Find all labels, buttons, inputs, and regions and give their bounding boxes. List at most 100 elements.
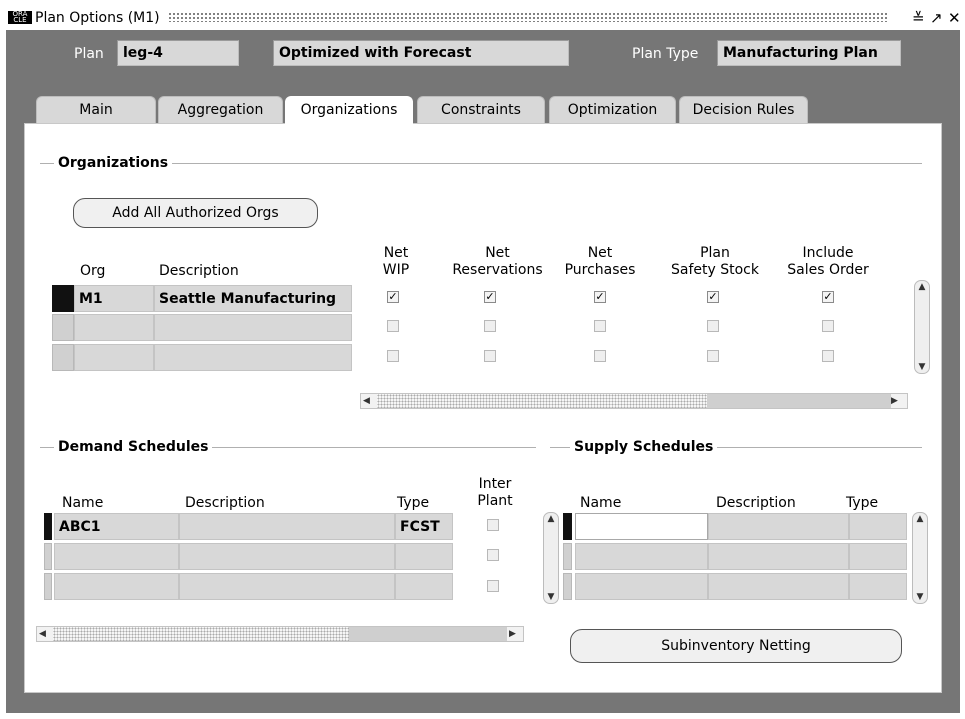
scroll-up-icon[interactable]: ▲ xyxy=(913,513,927,525)
tab-aggregation[interactable]: Aggregation xyxy=(158,96,283,123)
demand-name-column-header: Name xyxy=(62,495,104,511)
description-column-header: Description xyxy=(159,263,239,279)
inter-plant-checkbox[interactable] xyxy=(487,580,499,592)
net-wip-checkbox[interactable] xyxy=(387,350,399,362)
net-reservations-checkbox[interactable] xyxy=(484,350,496,362)
supply-row-selector[interactable] xyxy=(563,573,572,600)
include-sales-order-checkbox[interactable] xyxy=(822,350,834,362)
add-all-authorized-orgs-button[interactable]: Add All Authorized Orgs xyxy=(73,198,318,228)
scroll-down-icon[interactable]: ▼ xyxy=(913,591,927,603)
scrollbar-track[interactable] xyxy=(349,627,507,641)
scroll-left-icon[interactable]: ◀ xyxy=(363,395,370,407)
net-purchases-checkbox[interactable]: ✓ xyxy=(594,291,606,303)
scrollbar-thumb[interactable] xyxy=(377,394,707,408)
org-field[interactable] xyxy=(74,344,154,371)
scroll-left-icon[interactable]: ◀ xyxy=(39,628,46,640)
net-purchases-column-header: Net Purchases xyxy=(564,245,636,278)
supply-type-field[interactable] xyxy=(849,543,907,570)
demand-type-field[interactable] xyxy=(395,543,453,570)
scroll-down-icon[interactable]: ▼ xyxy=(915,361,929,373)
organizations-section-title: Organizations xyxy=(54,155,173,171)
supply-type-field[interactable] xyxy=(849,573,907,600)
tab-optimization[interactable]: Optimization xyxy=(549,96,676,123)
close-icon[interactable]: ✕ xyxy=(948,9,961,27)
plan-type-field[interactable]: Manufacturing Plan xyxy=(717,40,901,66)
demand-type-field[interactable] xyxy=(395,573,453,600)
plan-label: Plan xyxy=(74,46,104,62)
inter-plant-column-header: Inter Plant xyxy=(477,476,513,509)
supply-description-column-header: Description xyxy=(716,495,796,511)
supply-name-field[interactable] xyxy=(575,573,708,600)
inter-plant-checkbox[interactable] xyxy=(487,519,499,531)
maximize-icon[interactable]: ↗ xyxy=(930,9,943,27)
demand-name-field[interactable] xyxy=(54,573,179,600)
demand-description-field[interactable] xyxy=(179,543,395,570)
supply-description-field[interactable] xyxy=(708,573,849,600)
minimize-icon[interactable]: ≚ xyxy=(912,9,925,27)
org-row-selector[interactable] xyxy=(52,344,74,371)
org-horizontal-scrollbar[interactable]: ◀ ▶ xyxy=(360,393,908,409)
demand-row-selector[interactable] xyxy=(44,573,52,600)
title-bar-drag-area[interactable] xyxy=(168,12,888,22)
org-vertical-scrollbar[interactable]: ▲ ▼ xyxy=(914,280,930,374)
supply-row-selector[interactable] xyxy=(563,513,572,540)
supply-right-scrollbar[interactable]: ▲ ▼ xyxy=(912,512,928,604)
tab-constraints[interactable]: Constraints xyxy=(417,96,545,123)
plan-safety-stock-checkbox[interactable]: ✓ xyxy=(707,291,719,303)
demand-schedules-section-title: Demand Schedules xyxy=(54,439,213,455)
supply-type-column-header: Type xyxy=(846,495,879,511)
supply-description-field[interactable] xyxy=(708,513,849,540)
include-sales-order-checkbox[interactable]: ✓ xyxy=(822,291,834,303)
org-description-field[interactable] xyxy=(154,344,352,371)
net-reservations-checkbox[interactable] xyxy=(484,320,496,332)
org-row-selector[interactable] xyxy=(52,285,74,312)
oracle-logo-icon: ORA CLE xyxy=(8,11,32,24)
scroll-right-icon[interactable]: ▶ xyxy=(509,628,516,640)
supply-name-column-header: Name xyxy=(580,495,622,511)
scrollbar-track[interactable] xyxy=(707,394,891,408)
demand-description-column-header: Description xyxy=(185,495,265,511)
demand-row-selector[interactable] xyxy=(44,513,52,540)
net-wip-checkbox[interactable] xyxy=(387,320,399,332)
demand-name-field[interactable] xyxy=(54,543,179,570)
org-field[interactable] xyxy=(74,314,154,341)
supply-row-selector[interactable] xyxy=(563,543,572,570)
plan-type-label: Plan Type xyxy=(632,46,699,62)
net-purchases-checkbox[interactable] xyxy=(594,320,606,332)
supply-vertical-scrollbar[interactable]: ▲ ▼ xyxy=(543,512,559,604)
supply-name-field[interactable] xyxy=(575,513,708,540)
demand-description-field[interactable] xyxy=(179,573,395,600)
inter-plant-checkbox[interactable] xyxy=(487,549,499,561)
org-description-field[interactable]: Seattle Manufacturing xyxy=(154,285,352,312)
org-column-header: Org xyxy=(80,263,106,279)
tab-decision-rules[interactable]: Decision Rules xyxy=(679,96,808,123)
net-purchases-checkbox[interactable] xyxy=(594,350,606,362)
supply-type-field[interactable] xyxy=(849,513,907,540)
plan-field[interactable]: leg-4 xyxy=(117,40,239,66)
demand-type-field[interactable]: FCST xyxy=(395,513,453,540)
net-reservations-checkbox[interactable]: ✓ xyxy=(484,291,496,303)
supply-name-field[interactable] xyxy=(575,543,708,570)
scrollbar-thumb[interactable] xyxy=(53,627,349,641)
tab-main[interactable]: Main xyxy=(36,96,156,123)
demand-name-field[interactable]: ABC1 xyxy=(54,513,179,540)
org-description-field[interactable] xyxy=(154,314,352,341)
supply-schedules-section-title: Supply Schedules xyxy=(570,439,718,455)
scroll-right-icon[interactable]: ▶ xyxy=(891,395,898,407)
plan-safety-stock-checkbox[interactable] xyxy=(707,350,719,362)
scroll-down-icon[interactable]: ▼ xyxy=(544,591,558,603)
org-field[interactable]: M1 xyxy=(74,285,154,312)
plan-description-field[interactable]: Optimized with Forecast xyxy=(273,40,569,66)
org-row-selector[interactable] xyxy=(52,314,74,341)
demand-description-field[interactable] xyxy=(179,513,395,540)
demand-horizontal-scrollbar[interactable]: ◀ ▶ xyxy=(36,626,524,642)
supply-description-field[interactable] xyxy=(708,543,849,570)
scroll-up-icon[interactable]: ▲ xyxy=(544,513,558,525)
include-sales-order-checkbox[interactable] xyxy=(822,320,834,332)
plan-safety-stock-checkbox[interactable] xyxy=(707,320,719,332)
scroll-up-icon[interactable]: ▲ xyxy=(915,281,929,293)
tab-organizations[interactable]: Organizations xyxy=(285,96,413,125)
demand-row-selector[interactable] xyxy=(44,543,52,570)
net-wip-checkbox[interactable]: ✓ xyxy=(387,291,399,303)
subinventory-netting-button[interactable]: Subinventory Netting xyxy=(570,629,902,663)
